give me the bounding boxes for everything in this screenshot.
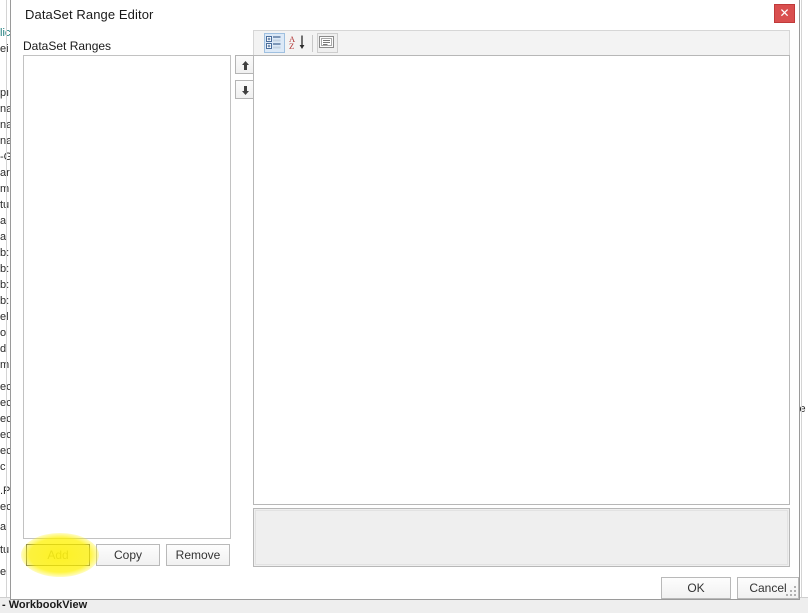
alphabetic-sort-button[interactable]: A Z	[288, 33, 309, 53]
move-up-button[interactable]	[235, 55, 254, 74]
sort-alphabetical-icon: A Z	[289, 34, 305, 51]
dialog-title-bar: DataSet Range Editor ✕	[11, 0, 799, 32]
ok-button[interactable]: OK	[661, 577, 731, 599]
categorized-view-button[interactable]	[264, 33, 285, 53]
property-grid-toolbar: A Z	[253, 30, 790, 55]
remove-button[interactable]: Remove	[166, 544, 230, 566]
categorized-view-icon	[266, 36, 281, 49]
property-description-inner	[255, 510, 788, 565]
background-divider-right	[801, 0, 802, 597]
status-bar-text: - WorkbookView	[2, 599, 88, 611]
arrow-down-icon	[242, 86, 249, 95]
resize-grip[interactable]	[785, 585, 797, 597]
toolbar-separator	[312, 35, 313, 52]
property-description-panel	[253, 508, 790, 567]
property-grid: A Z	[253, 30, 790, 568]
add-button[interactable]: Add	[26, 544, 90, 566]
dataset-range-editor-dialog: DataSet Range Editor ✕ DataSet Ranges Ad…	[10, 0, 800, 600]
screen: liceipınanana-Garmtuaab:b:b:b:elodmecece…	[0, 0, 808, 613]
svg-text:Z: Z	[289, 41, 294, 50]
move-down-button[interactable]	[235, 80, 254, 99]
dataset-ranges-label: DataSet Ranges	[23, 39, 112, 53]
dialog-title: DataSet Range Editor	[25, 7, 154, 22]
copy-button[interactable]: Copy	[96, 544, 160, 566]
property-grid-rows-area[interactable]	[253, 55, 790, 505]
close-icon: ✕	[779, 6, 790, 20]
close-button[interactable]: ✕	[774, 4, 795, 23]
background-divider-left	[6, 0, 7, 597]
property-pages-icon	[319, 36, 334, 48]
dataset-ranges-listbox[interactable]	[23, 55, 231, 539]
property-pages-button[interactable]	[317, 33, 338, 53]
arrow-up-icon	[242, 61, 249, 70]
